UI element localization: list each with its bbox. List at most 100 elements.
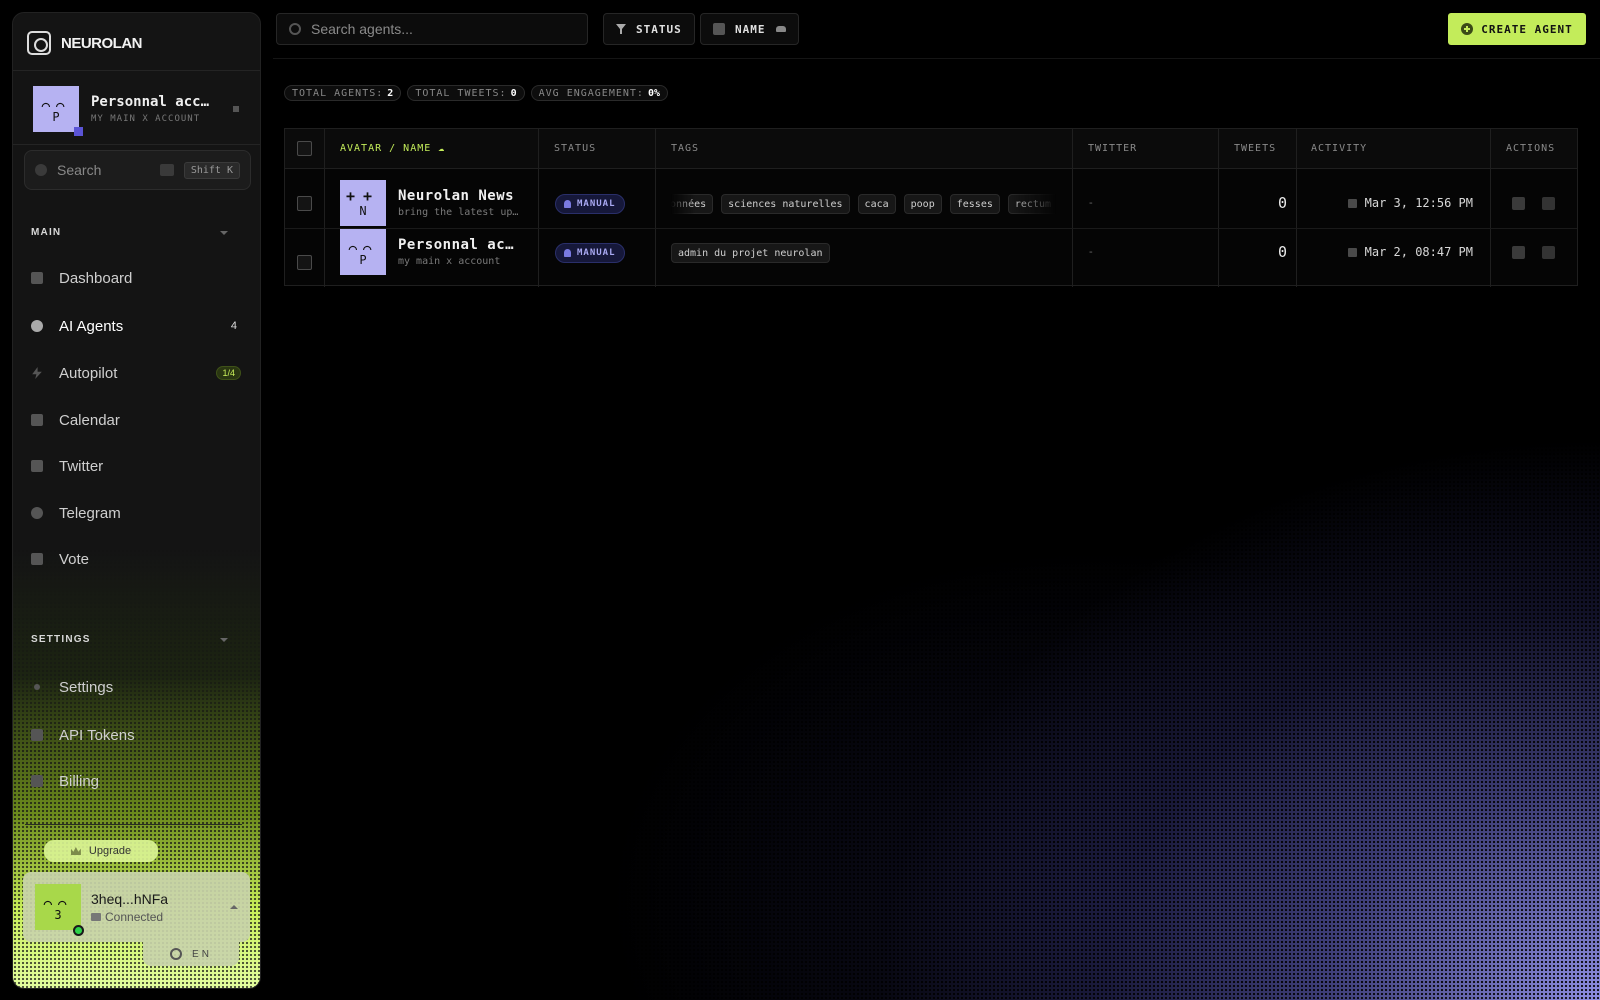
- twitter-handle: -: [1089, 197, 1093, 209]
- column-header-tweets: TWEETS: [1234, 143, 1277, 154]
- plus-circle-icon: [1461, 23, 1474, 35]
- sidebar-item-label: AI Agents: [59, 317, 124, 335]
- stat-label: AVG ENGAGEMENT:: [538, 87, 644, 99]
- avatar-face: ++: [345, 187, 381, 205]
- sort-icon: [713, 23, 725, 35]
- tweet-count: 0: [1277, 243, 1287, 261]
- tag: poop: [903, 194, 942, 214]
- agent-avatar: ⌒⌒ P: [340, 229, 386, 275]
- stat-label: TOTAL TWEETS:: [415, 87, 507, 99]
- sidebar-item-calendar[interactable]: Calendar: [31, 406, 243, 434]
- create-agent-button[interactable]: CREATE AGENT: [1448, 13, 1586, 45]
- sidebar-item-label: Telegram: [59, 504, 121, 522]
- language-switcher[interactable]: EN: [143, 942, 239, 966]
- wallet-card[interactable]: ⌒⌒ 3 3heq...hNFa Connected: [23, 872, 250, 942]
- agent-name[interactable]: Personnal account: [398, 237, 522, 253]
- sidebar-item-settings[interactable]: Settings: [31, 673, 243, 701]
- tag: fesses: [949, 194, 1000, 214]
- language-code: EN: [192, 948, 212, 960]
- status-badge: MANUAL: [555, 243, 625, 263]
- upgrade-label: Upgrade: [88, 845, 132, 857]
- globe-icon: [170, 948, 183, 960]
- agent-name[interactable]: Neurolan News: [398, 188, 522, 204]
- agents-table: AVATAR / NAME ☁ STATUS TAGS TWITTER TWEE…: [284, 128, 1578, 287]
- brand[interactable]: NEUROLAN: [27, 29, 143, 57]
- stat-label: TOTAL AGENTS:: [292, 87, 384, 99]
- neurolan-logo-icon: [27, 31, 51, 55]
- sidebar-item-twitter[interactable]: Twitter: [31, 452, 243, 480]
- edit-icon[interactable]: [1512, 246, 1525, 259]
- account-switcher[interactable]: ⌒⌒ P Personnal account MY MAIN X ACCOUNT: [33, 83, 243, 136]
- bot-icon: [31, 320, 43, 332]
- account-subtitle: MY MAIN X ACCOUNT: [91, 114, 201, 124]
- search-icon: [289, 23, 301, 35]
- sidebar-item-label: Settings: [59, 678, 114, 696]
- wallet-status-label: Connected: [105, 909, 164, 924]
- chevron-down-icon[interactable]: [220, 231, 228, 235]
- more-icon[interactable]: [1542, 246, 1555, 259]
- sidebar-item-telegram[interactable]: Telegram: [31, 499, 243, 527]
- grid-icon: [31, 729, 43, 741]
- sidebar-item-dashboard[interactable]: Dashboard: [31, 264, 243, 292]
- stat-total-tweets: TOTAL TWEETS: 0: [407, 85, 525, 101]
- sidebar-item-label: Twitter: [59, 457, 104, 475]
- sidebar-item-label: Calendar: [59, 411, 120, 429]
- lock-icon: [91, 912, 101, 921]
- chevron-up-icon[interactable]: [230, 905, 238, 909]
- home-icon: [31, 272, 43, 284]
- autopilot-usage-badge: 1/4: [216, 366, 241, 380]
- last-activity: Mar 3, 12:56 PM: [1313, 196, 1473, 210]
- avatar-initial: P: [52, 110, 60, 124]
- create-agent-label: CREATE AGENT: [1481, 22, 1573, 36]
- edit-icon[interactable]: [1512, 197, 1525, 210]
- sidebar-item-api-tokens[interactable]: API Tokens: [31, 721, 243, 749]
- row-checkbox[interactable]: [297, 196, 312, 211]
- select-all-checkbox[interactable]: [297, 141, 312, 156]
- tag: sciences naturelles: [721, 194, 850, 214]
- chevron-down-icon[interactable]: [220, 638, 228, 642]
- agent-description: bring the latest updates: [398, 207, 522, 218]
- sidebar-item-billing[interactable]: Billing: [31, 767, 243, 795]
- column-header-tags: TAGS: [671, 143, 700, 154]
- sidebar-item-label: Billing: [59, 772, 100, 790]
- status-label: MANUAL: [577, 248, 616, 258]
- sidebar-search[interactable]: Search Shift K: [24, 150, 251, 190]
- row-checkbox[interactable]: [297, 255, 312, 270]
- account-avatar: ⌒⌒ P: [33, 86, 83, 136]
- wallet-avatar: ⌒⌒ 3: [35, 884, 84, 936]
- user-icon: [564, 200, 571, 208]
- name-sort-button[interactable]: NAME: [700, 13, 799, 45]
- table-row[interactable]: ++ N Neurolan News bring the latest upda…: [285, 169, 1577, 227]
- search-input[interactable]: [311, 21, 571, 37]
- avatar-badge: [74, 127, 83, 136]
- column-header-actions: ACTIONS: [1506, 143, 1556, 154]
- sidebar-item-ai-agents[interactable]: AI Agents 4: [31, 312, 243, 340]
- twitter-icon: [31, 460, 43, 472]
- sort-direction-icon: [775, 26, 786, 32]
- upgrade-button[interactable]: Upgrade: [44, 840, 158, 862]
- sidebar-item-autopilot[interactable]: Autopilot 1/4: [31, 359, 243, 387]
- activity-timestamp: Mar 2, 08:47 PM: [1364, 245, 1473, 259]
- stat-avg-engagement: AVG ENGAGEMENT: 0%: [530, 85, 668, 101]
- column-header-name[interactable]: AVATAR / NAME ☁: [340, 143, 445, 154]
- sidebar-item-label: Vote: [59, 550, 90, 568]
- gear-icon: [34, 684, 40, 690]
- vote-icon: [31, 553, 43, 565]
- divider: [13, 144, 260, 145]
- section-title-settings: SETTINGS: [31, 634, 91, 645]
- twitter-handle: -: [1089, 246, 1093, 258]
- agent-search[interactable]: [276, 13, 588, 45]
- status-filter-button[interactable]: STATUS: [603, 13, 695, 45]
- status-label: MANUAL: [577, 199, 616, 209]
- account-name: Personnal account: [91, 94, 211, 110]
- agents-count-badge: 4: [230, 320, 237, 332]
- account-menu-icon[interactable]: [233, 106, 239, 112]
- more-icon[interactable]: [1542, 197, 1555, 210]
- status-filter-label: STATUS: [636, 22, 682, 36]
- table-row[interactable]: ⌒⌒ P Personnal account my main x account…: [285, 228, 1577, 286]
- wallet-address: 3heq...hNFa: [91, 890, 169, 907]
- tweet-count: 0: [1277, 194, 1287, 212]
- sidebar-item-vote[interactable]: Vote: [31, 545, 243, 573]
- sidebar-search-label: Search: [57, 162, 102, 178]
- user-icon: [564, 249, 571, 257]
